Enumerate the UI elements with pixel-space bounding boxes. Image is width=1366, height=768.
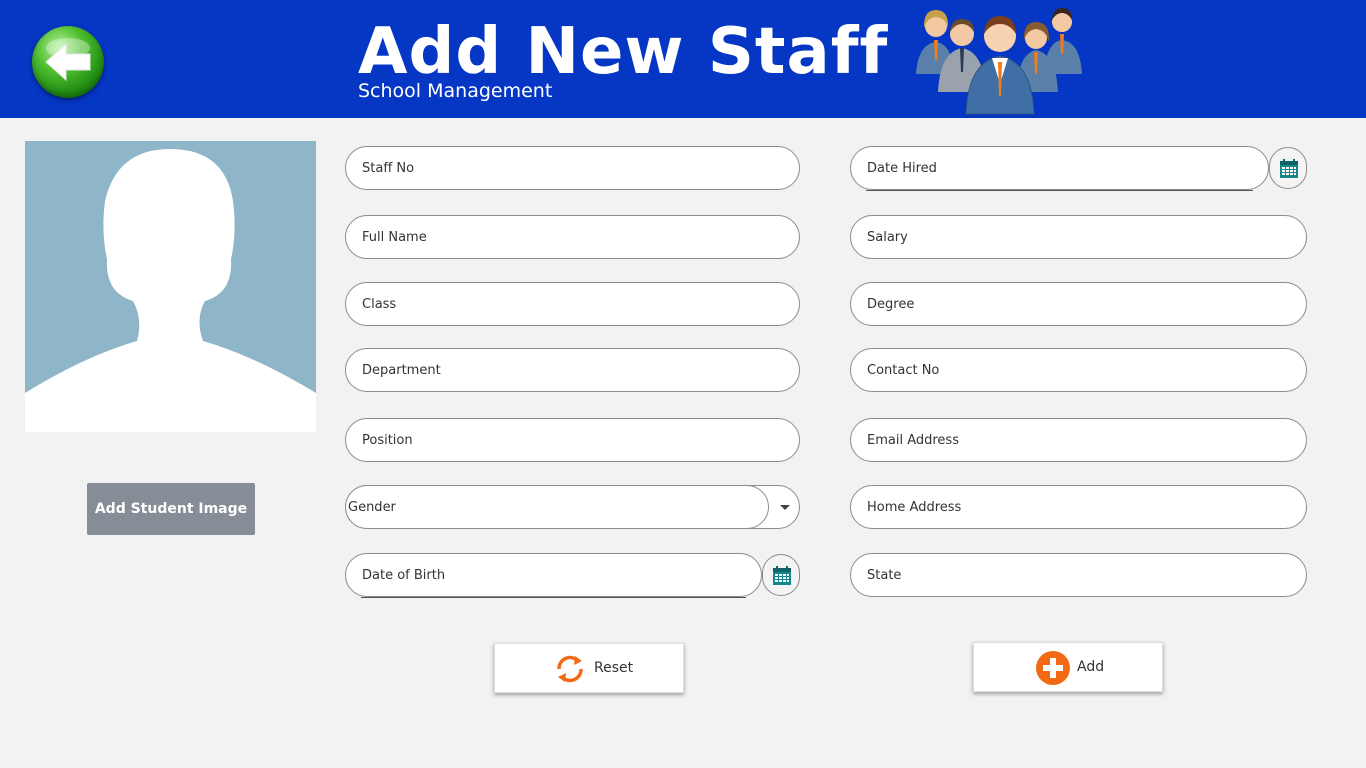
gender-select-display: Gender	[345, 485, 769, 529]
add-button-label: Add	[1077, 659, 1105, 675]
state-field[interactable]	[850, 553, 1307, 597]
staff-group-icon	[916, 8, 1082, 115]
date-of-birth-field[interactable]	[345, 553, 762, 597]
contact-no-field[interactable]	[850, 348, 1307, 392]
home-address-field[interactable]	[850, 485, 1307, 529]
date-hired-field[interactable]	[850, 146, 1269, 190]
position-field[interactable]	[345, 418, 800, 462]
back-button[interactable]	[32, 26, 104, 98]
chevron-down-icon	[780, 505, 790, 510]
gender-select-value: Gender	[348, 500, 396, 515]
degree-field[interactable]	[850, 282, 1307, 326]
gender-select[interactable]: Gender	[345, 485, 800, 529]
reset-button-label: Reset	[594, 660, 634, 676]
date-hired-underline	[866, 190, 1253, 191]
app-header: Add New Staff School Management	[0, 0, 1366, 118]
date-hired-calendar-button[interactable]	[1269, 147, 1307, 189]
email-address-field[interactable]	[850, 418, 1307, 462]
add-student-image-button[interactable]: Add Student Image	[87, 483, 255, 535]
add-button[interactable]: Add	[973, 642, 1163, 692]
back-arrow-icon	[45, 38, 91, 82]
department-field[interactable]	[345, 348, 800, 392]
staff-no-field[interactable]	[345, 146, 800, 190]
refresh-icon	[557, 655, 583, 683]
date-of-birth-underline	[361, 597, 746, 598]
full-name-field[interactable]	[345, 215, 800, 259]
user-silhouette-icon	[25, 149, 316, 432]
calendar-icon	[1280, 159, 1298, 178]
plus-circle-icon	[1036, 651, 1070, 685]
reset-button[interactable]: Reset	[494, 643, 684, 693]
salary-field[interactable]	[850, 215, 1307, 259]
profile-photo-placeholder	[25, 141, 316, 432]
date-of-birth-calendar-button[interactable]	[762, 554, 800, 596]
page-subtitle: School Management	[358, 80, 553, 102]
calendar-icon	[773, 566, 791, 585]
class-field[interactable]	[345, 282, 800, 326]
